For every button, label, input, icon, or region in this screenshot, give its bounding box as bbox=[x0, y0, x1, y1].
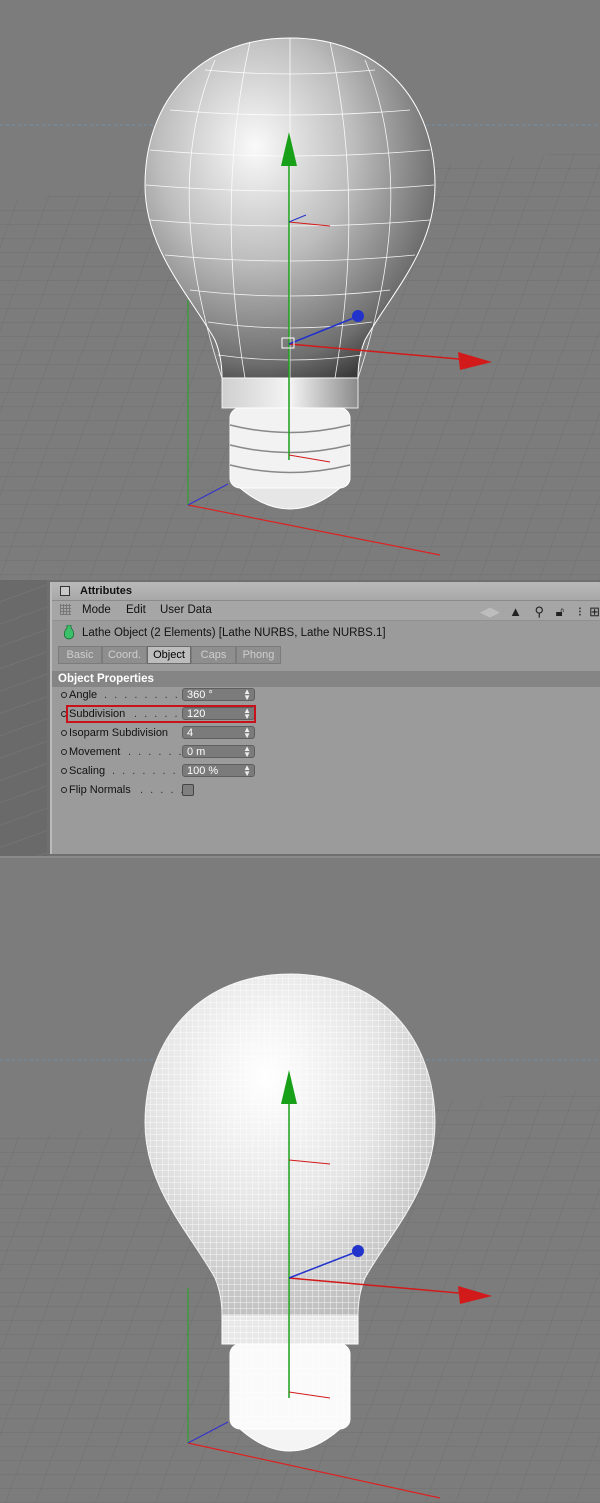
viewport-bottom-canvas bbox=[0, 858, 600, 1503]
left-panel-edge bbox=[0, 580, 47, 858]
menu-user-data[interactable]: User Data bbox=[160, 601, 212, 620]
animate-dot-icon[interactable] bbox=[61, 730, 67, 736]
object-info-text: Lathe Object (2 Elements) [Lathe NURBS, … bbox=[82, 627, 386, 639]
stepper-arrows-icon[interactable]: ▲ ▼ bbox=[243, 764, 251, 778]
isoparm-field[interactable]: 4 ▲ ▼ bbox=[182, 726, 255, 740]
hierarchy-icon[interactable]: ⁝ bbox=[578, 602, 582, 621]
isoparm-value: 4 bbox=[187, 727, 194, 739]
subdivision-highlight-box bbox=[66, 705, 256, 723]
property-label: Movement bbox=[69, 746, 121, 758]
section-header: Object Properties bbox=[52, 671, 600, 687]
tab-object[interactable]: Object bbox=[147, 646, 191, 664]
animate-dot-icon[interactable] bbox=[61, 692, 67, 698]
movement-value: 0 m bbox=[187, 746, 206, 758]
tab-caps[interactable]: Caps bbox=[191, 646, 236, 664]
search-icon[interactable]: ⚲ bbox=[534, 602, 544, 621]
viewport-bottom[interactable] bbox=[0, 858, 600, 1503]
menu-grip-icon bbox=[60, 604, 71, 615]
property-angle: Angle . . . . . . . . . . 360 ° ▲ ▼ bbox=[52, 687, 600, 704]
property-label: Flip Normals bbox=[69, 784, 131, 796]
tab-coord[interactable]: Coord. bbox=[102, 646, 147, 664]
menu-mode[interactable]: Mode bbox=[82, 601, 111, 620]
scaling-field[interactable]: 100 % ▲ ▼ bbox=[182, 764, 255, 778]
property-label: Scaling bbox=[69, 765, 106, 777]
back-forward-arrows-icon[interactable]: ◀▶ bbox=[480, 602, 500, 621]
tab-basic[interactable]: Basic bbox=[58, 646, 102, 664]
stepper-arrows-icon[interactable]: ▲ ▼ bbox=[243, 688, 251, 702]
panel-title-bar[interactable]: Attributes bbox=[52, 582, 600, 601]
angle-value: 360 ° bbox=[187, 689, 213, 701]
panel-close-icon[interactable] bbox=[60, 586, 70, 596]
scaling-value: 100 % bbox=[187, 765, 219, 777]
property-movement: Movement . . . . . . . 0 m ▲ ▼ bbox=[52, 744, 600, 761]
stepper-arrows-icon[interactable]: ▲ ▼ bbox=[243, 745, 251, 759]
attributes-panel: Attributes Mode Edit User Data ◀▶ ▲ ⚲ 🔓︎… bbox=[50, 582, 600, 854]
movement-field[interactable]: 0 m ▲ ▼ bbox=[182, 745, 255, 759]
property-flip-normals: Flip Normals . . . . . . bbox=[52, 782, 600, 799]
panel-title: Attributes bbox=[80, 585, 132, 597]
lock-icon[interactable]: 🔓︎ bbox=[556, 602, 564, 621]
viewport-top[interactable] bbox=[0, 0, 600, 580]
property-label: Angle bbox=[69, 689, 98, 701]
property-label: Isoparm Subdivision bbox=[69, 727, 169, 739]
lathe-object-icon bbox=[63, 625, 75, 640]
viewport-top-canvas bbox=[0, 0, 600, 580]
property-scaling: Scaling . . . . . . . . . 100 % ▲ ▼ bbox=[52, 763, 600, 780]
menu-edit[interactable]: Edit bbox=[126, 601, 146, 620]
object-info-line: Lathe Object (2 Elements) [Lathe NURBS, … bbox=[52, 621, 600, 645]
property-isoparm-subdivision: Isoparm Subdivision 4 ▲ ▼ bbox=[52, 725, 600, 742]
pointer-icon[interactable]: ▲ bbox=[509, 602, 522, 621]
stepper-arrows-icon[interactable]: ▲ ▼ bbox=[243, 726, 251, 740]
flip-normals-checkbox[interactable] bbox=[182, 784, 194, 796]
tab-phong[interactable]: Phong bbox=[236, 646, 281, 664]
animate-dot-icon[interactable] bbox=[61, 749, 67, 755]
animate-dot-icon[interactable] bbox=[61, 787, 67, 793]
animate-dot-icon[interactable] bbox=[61, 768, 67, 774]
new-panel-icon[interactable]: ⊞ bbox=[589, 602, 600, 621]
angle-field[interactable]: 360 ° ▲ ▼ bbox=[182, 688, 255, 702]
attribute-tabs: Basic Coord. Object Caps Phong bbox=[52, 645, 600, 665]
attributes-menu-bar: Mode Edit User Data ◀▶ ▲ ⚲ 🔓︎ ⁝ ⊞ bbox=[52, 601, 600, 621]
